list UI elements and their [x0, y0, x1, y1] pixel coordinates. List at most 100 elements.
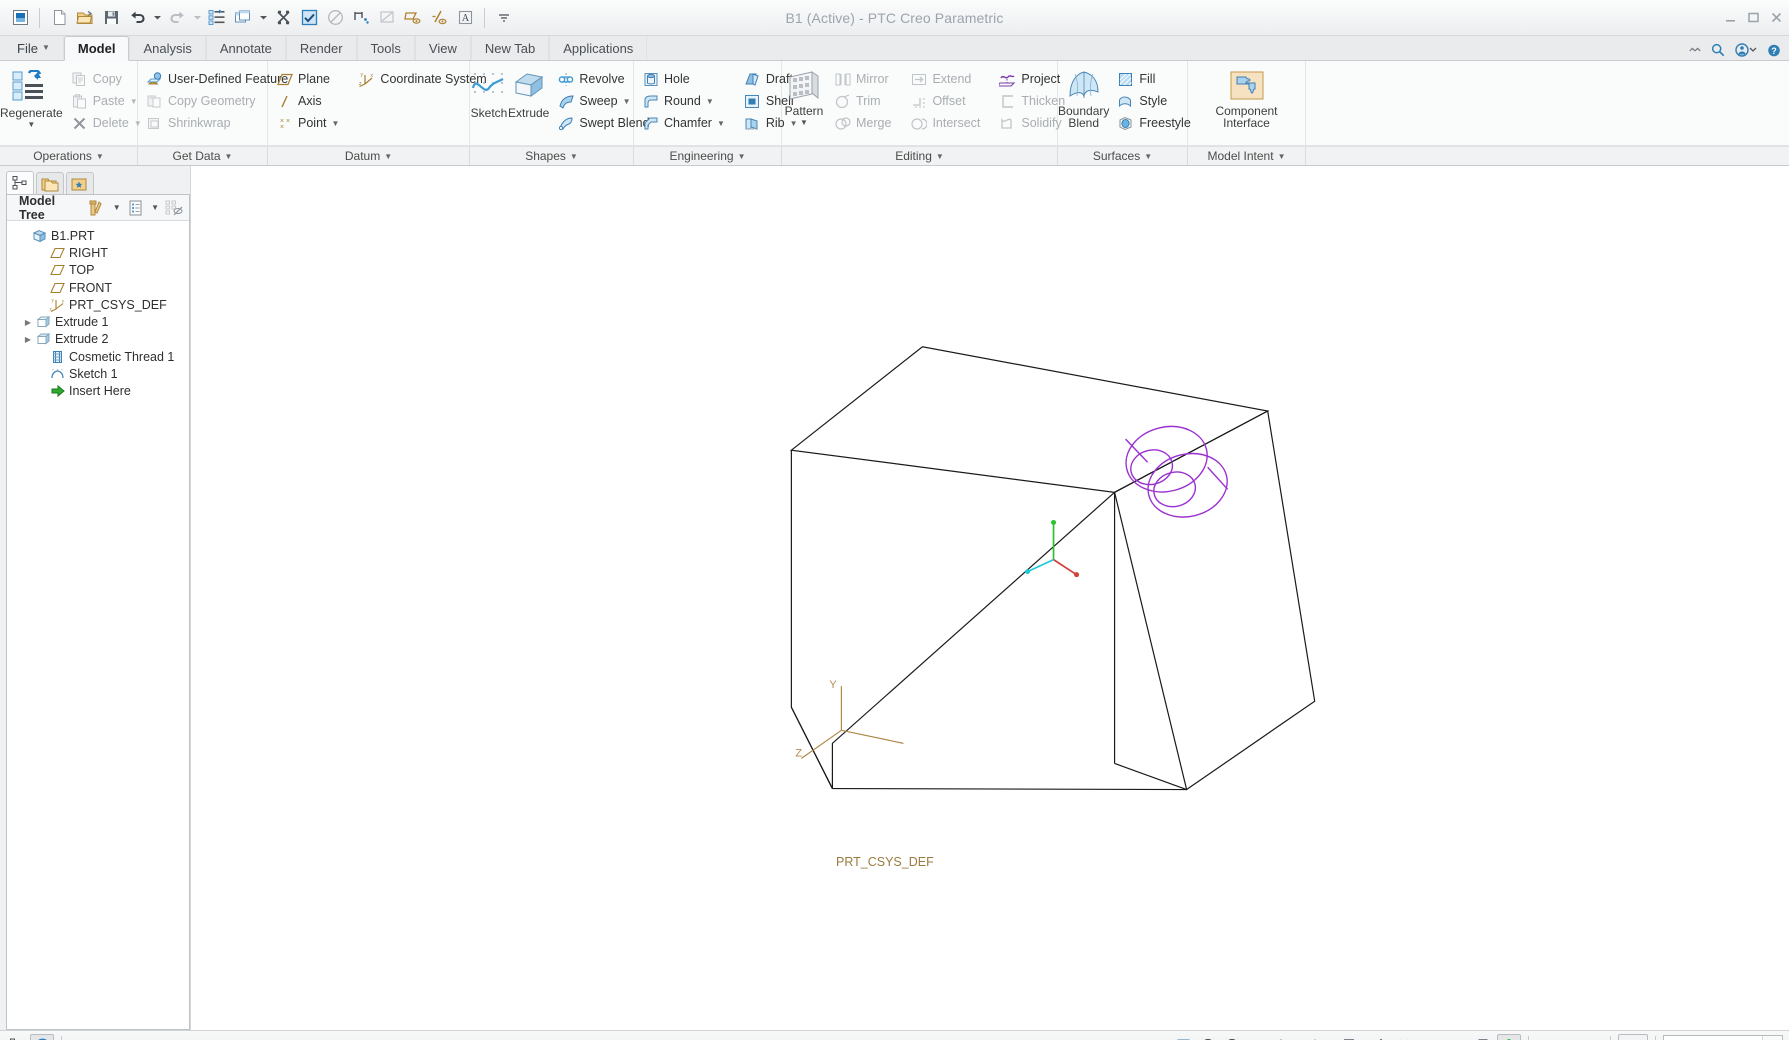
tab-applications[interactable]: Applications — [549, 36, 648, 60]
tab-tools[interactable]: Tools — [356, 36, 415, 60]
redo-icon[interactable] — [165, 6, 189, 30]
offset-button[interactable]: Offset — [908, 90, 985, 112]
display-style-dropdown[interactable] — [1293, 1034, 1305, 1040]
web-browser-toggle-button[interactable] — [30, 1034, 54, 1040]
refit-button[interactable] — [1173, 1034, 1197, 1040]
selection-filter-combo[interactable]: Smart ▼ — [1663, 1035, 1783, 1040]
axis-display-button[interactable] — [1449, 1034, 1473, 1040]
group-label-get-data[interactable]: Get Data ▼ — [138, 147, 268, 165]
plane-display-icon[interactable] — [401, 6, 425, 30]
merge-button[interactable]: Merge — [832, 112, 896, 134]
tree-expander-collapsed-icon[interactable]: ▶ — [21, 335, 35, 344]
maximize-window-button[interactable] — [1746, 11, 1760, 25]
settings-dropdown-icon[interactable]: ▼ — [110, 203, 124, 212]
datum-point-button[interactable]: × × × Point ▼ — [274, 112, 344, 134]
boundary-blend-button[interactable]: Boundary Blend — [1058, 66, 1109, 129]
display-style-button[interactable] — [1269, 1034, 1293, 1040]
annotate-icon[interactable] — [375, 6, 399, 30]
axis-display-icon[interactable] — [427, 6, 451, 30]
close-all-icon[interactable] — [271, 6, 295, 30]
regenerate-icon[interactable] — [205, 6, 229, 30]
copy-button[interactable]: Copy — [69, 68, 147, 90]
flag-button[interactable] — [1579, 1034, 1603, 1040]
group-label-editing[interactable]: Editing ▼ — [782, 147, 1058, 165]
pattern-button[interactable]: Pattern ▼ — [782, 66, 826, 127]
minimize-window-button[interactable] — [1723, 11, 1737, 25]
measure-icon[interactable] — [323, 6, 347, 30]
save-icon[interactable] — [99, 6, 123, 30]
view-manager-button[interactable] — [1365, 1034, 1389, 1040]
tree-item-extrude-1[interactable]: ▶ Extrude 1 — [7, 313, 189, 330]
extend-button[interactable]: Extend — [908, 68, 985, 90]
search-tool-button[interactable] — [1618, 1034, 1648, 1040]
extrude-button[interactable]: Extrude — [508, 66, 549, 120]
chevron-down-icon[interactable]: ▼ — [1762, 1036, 1782, 1040]
datum-plane-button[interactable]: Plane — [274, 68, 344, 90]
tree-item-insert-here[interactable]: Insert Here — [7, 383, 189, 400]
saved-orientations-button[interactable] — [1305, 1034, 1329, 1040]
tree-item-cosmetic-thread-1[interactable]: Cosmetic Thread 1 — [7, 348, 189, 365]
point-display-button[interactable] — [1473, 1034, 1497, 1040]
repaint-button[interactable] — [1245, 1034, 1269, 1040]
undo-dropdown-icon[interactable] — [151, 6, 163, 30]
tab-render[interactable]: Render — [285, 36, 357, 60]
group-label-engineering[interactable]: Engineering ▼ — [634, 147, 782, 165]
group-label-surfaces[interactable]: Surfaces ▼ — [1058, 147, 1188, 165]
model-tree-tab[interactable] — [6, 171, 34, 194]
zoom-out-button[interactable] — [1221, 1034, 1245, 1040]
window-manager-icon[interactable] — [231, 6, 255, 30]
tab-new-tab[interactable]: New Tab — [470, 36, 550, 60]
dimension-icon[interactable] — [349, 6, 373, 30]
group-label-datum[interactable]: Datum ▼ — [268, 147, 470, 165]
tab-view[interactable]: View — [414, 36, 471, 60]
help-icon[interactable]: ? — [1767, 43, 1781, 57]
select-items-icon[interactable] — [297, 6, 321, 30]
round-button[interactable]: Round ▼ — [640, 90, 730, 112]
display-dropdown-icon[interactable]: ▼ — [148, 203, 162, 212]
sketch-button[interactable]: Sketch — [470, 66, 508, 120]
chamfer-button[interactable]: Chamfer ▼ — [640, 112, 730, 134]
intersect-button[interactable]: Intersect — [908, 112, 985, 134]
tree-item-front-plane[interactable]: FRONT — [7, 279, 189, 296]
search-icon[interactable] — [1711, 43, 1725, 57]
close-window-button[interactable] — [1769, 11, 1783, 25]
settings-tools-icon[interactable] — [88, 198, 106, 218]
freestyle-button[interactable]: Freestyle — [1115, 112, 1195, 134]
minimize-ribbon-icon[interactable] — [1688, 43, 1702, 57]
graphics-window[interactable]: Y Z PRT_CSYS_DEF — [190, 166, 1789, 1030]
undo-icon[interactable] — [125, 6, 149, 30]
tab-analysis[interactable]: Analysis — [129, 36, 206, 60]
favorites-tab[interactable] — [66, 172, 94, 194]
delete-button[interactable]: Delete ▼ — [69, 112, 147, 134]
tab-model[interactable]: Model — [63, 36, 130, 61]
hole-button[interactable]: Hole — [640, 68, 730, 90]
tree-item-right-plane[interactable]: RIGHT — [7, 244, 189, 261]
open-folder-icon[interactable] — [73, 6, 97, 30]
trim-button[interactable]: Trim — [832, 90, 896, 112]
csys-display-button[interactable] — [1497, 1034, 1521, 1040]
paste-button[interactable]: Paste ▼ — [69, 90, 147, 112]
saved-orientations-dropdown[interactable] — [1329, 1034, 1341, 1040]
regenerate-button[interactable]: Regenerate ▼ — [0, 66, 63, 129]
creo-window-icon[interactable] — [8, 6, 32, 30]
annotation-display-icon[interactable]: A — [453, 6, 477, 30]
tab-annotate[interactable]: Annotate — [205, 36, 286, 60]
account-icon[interactable] — [1734, 43, 1758, 57]
zoom-in-button[interactable] — [1197, 1034, 1221, 1040]
tree-item-csys[interactable]: yzx PRT_CSYS_DEF — [7, 296, 189, 313]
tree-item-part[interactable]: B1.PRT — [7, 227, 189, 244]
scene-capture-button[interactable] — [1341, 1034, 1365, 1040]
datum-display-button[interactable] — [1389, 1034, 1413, 1040]
customize-qat-icon[interactable] — [492, 6, 516, 30]
style-button[interactable]: Style — [1115, 90, 1195, 112]
fill-button[interactable]: Fill — [1115, 68, 1195, 90]
tree-item-sketch-1[interactable]: Sketch 1 — [7, 365, 189, 382]
tab-file[interactable]: File ▼ — [4, 36, 64, 60]
redo-dropdown-icon[interactable] — [191, 6, 203, 30]
group-label-operations[interactable]: Operations ▼ — [0, 147, 138, 165]
model-tree-toggle-button[interactable] — [6, 1034, 30, 1040]
plane-display-button[interactable] — [1425, 1034, 1449, 1040]
component-interface-button[interactable]: Component Interface — [1202, 66, 1292, 129]
group-label-model-intent[interactable]: Model Intent ▼ — [1188, 147, 1306, 165]
datum-axis-button[interactable]: Axis — [274, 90, 344, 112]
